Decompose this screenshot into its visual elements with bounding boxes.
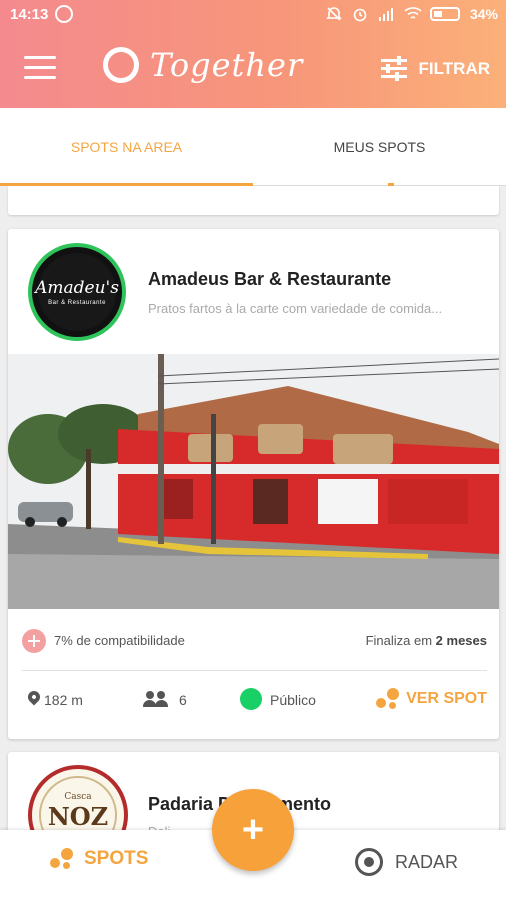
- app-bar: Together FILTRAR: [0, 30, 506, 108]
- ends-in-value: 2 meses: [435, 633, 487, 648]
- nav-spots-label: SPOTS: [84, 848, 149, 869]
- spot-card[interactable]: Amadeu's Bar & Restaurante Amadeus Bar &…: [8, 229, 499, 739]
- nav-spots[interactable]: SPOTS: [50, 848, 148, 870]
- logo-icon: [103, 47, 139, 83]
- filter-label: FILTRAR: [418, 59, 490, 78]
- compatibility-row: 7% de compatibilidade Finaliza em 2 mese…: [22, 629, 487, 653]
- tab-indicator-fragment: [388, 183, 394, 186]
- whatsapp-notification-icon: [55, 5, 73, 23]
- ends-in-prefix: Finaliza em: [365, 633, 433, 648]
- view-spot-button[interactable]: VER SPOT: [376, 688, 487, 710]
- mute-icon: [326, 6, 342, 22]
- spot-avatar-logo: Amadeu's Bar & Restaurante: [35, 253, 119, 331]
- battery-icon: [429, 7, 460, 21]
- active-tab-indicator: [0, 183, 253, 186]
- tab-spots-na-area[interactable]: SPOTS NA AREA: [0, 108, 253, 186]
- avatar-2-top-text: Casca: [64, 792, 92, 802]
- status-bar: 14:13 34%: [0, 0, 506, 30]
- app-logo-text: Together: [150, 46, 304, 84]
- tab-bar: SPOTS NA AREA MEUS SPOTS: [0, 108, 506, 186]
- wifi-icon: [404, 6, 422, 22]
- nav-radar[interactable]: RADAR: [355, 848, 458, 876]
- status-time: 14:13: [10, 6, 49, 23]
- status-right: 34%: [326, 6, 498, 22]
- add-spot-button[interactable]: +: [212, 789, 294, 871]
- menu-icon[interactable]: [24, 56, 56, 80]
- spot-avatar: Amadeu's Bar & Restaurante: [28, 243, 126, 341]
- view-spot-label: VER SPOT: [406, 690, 487, 707]
- filter-button[interactable]: FILTRAR: [380, 56, 490, 81]
- radar-icon: [355, 848, 383, 876]
- location-pin-icon: [25, 688, 43, 706]
- signal-icon: [378, 6, 394, 22]
- public-status-icon: [240, 688, 262, 710]
- battery-level: 34%: [469, 6, 498, 22]
- compatibility-icon: [22, 629, 46, 653]
- ends-in-text: Finaliza em 2 meses: [366, 633, 487, 648]
- compatibility-text: 7% de compatibilidade: [54, 633, 185, 648]
- people-icon: [143, 691, 169, 707]
- card-divider: [22, 670, 487, 671]
- nav-radar-label: RADAR: [395, 851, 459, 872]
- alarm-icon: [352, 6, 368, 22]
- spot-title: Amadeus Bar & Restaurante: [148, 269, 392, 289]
- filter-sliders-icon: [380, 56, 407, 81]
- previous-spot-card[interactable]: [8, 186, 499, 215]
- avatar-2-text: NOZ: [47, 802, 109, 831]
- spots-nav-icon: [50, 848, 74, 870]
- avatar-logo-subtext: Bar & Restaurante: [48, 300, 106, 306]
- visibility-label: Público: [270, 692, 316, 708]
- avatar-logo-text: Amadeu's: [35, 278, 119, 298]
- spot-distance: 182 m: [44, 692, 83, 708]
- spots-dots-icon: [376, 688, 400, 710]
- spot-photo[interactable]: [8, 354, 499, 609]
- app-header: 14:13 34% Together FILTRAR: [0, 0, 506, 108]
- tab-meus-spots[interactable]: MEUS SPOTS: [253, 108, 506, 186]
- spot-description: Pratos fartos à la carte com variedade d…: [148, 301, 443, 316]
- spot-meta-row: 182 m 6 Público VER SPOT: [22, 688, 487, 714]
- participants-count: 6: [179, 692, 187, 708]
